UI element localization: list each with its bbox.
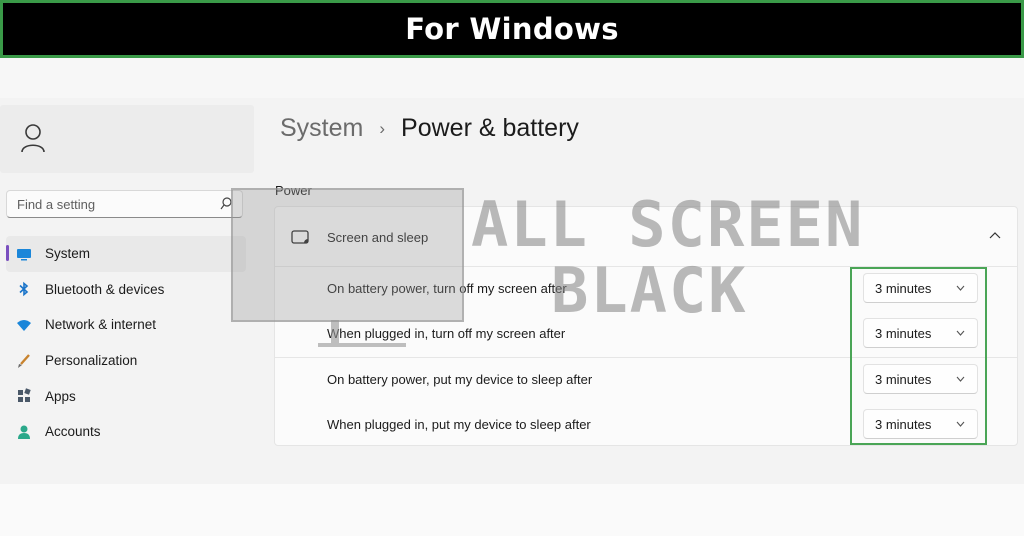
chevron-up-icon[interactable]	[989, 231, 1001, 239]
sidebar-item-label: Personalization	[45, 353, 138, 369]
sidebar-item-network[interactable]: Network & internet	[6, 307, 246, 343]
sidebar-item-accounts[interactable]: Accounts	[6, 414, 246, 450]
sidebar-item-label: Network & internet	[45, 317, 157, 333]
banner-title: For Windows	[405, 12, 619, 46]
sidebar-item-apps[interactable]: Apps	[6, 378, 246, 414]
sidebar-nav: System Bluetooth & devices Network & int…	[6, 236, 246, 450]
watermark-monitor-screen	[231, 188, 464, 322]
bluetooth-icon	[19, 282, 29, 297]
sidebar-item-bluetooth[interactable]: Bluetooth & devices	[6, 272, 246, 308]
search-placeholder: Find a setting	[17, 197, 96, 212]
search-input[interactable]: Find a setting	[6, 190, 243, 218]
user-profile-card[interactable]	[0, 105, 254, 173]
setting-label: On battery power, put my device to sleep…	[327, 372, 593, 387]
watermark-monitor-stand	[331, 320, 339, 343]
sidebar-item-label: Apps	[45, 388, 76, 404]
page-title: Power & battery	[401, 114, 579, 142]
breadcrumb: System › Power & battery	[280, 114, 579, 143]
sidebar-item-label: System	[45, 246, 91, 262]
watermark-text: BLACK	[551, 254, 748, 327]
settings-window: Find a setting System Bluetooth & device…	[0, 58, 1024, 484]
wifi-icon	[17, 319, 31, 331]
person-icon	[18, 425, 30, 439]
user-avatar-icon	[21, 124, 45, 153]
active-indicator	[6, 245, 9, 261]
monitor-icon	[17, 248, 31, 261]
sidebar-item-label: Accounts	[45, 424, 101, 440]
banner: For Windows	[0, 0, 1024, 58]
dropdown-highlight-box	[850, 267, 987, 445]
setting-label: When plugged in, turn off my screen afte…	[327, 326, 566, 341]
watermark-monitor-base	[318, 343, 406, 347]
sidebar-item-label: Bluetooth & devices	[45, 281, 165, 297]
breadcrumb-separator: ›	[379, 118, 386, 138]
watermark-text: ALL SCREEN	[471, 188, 865, 261]
paintbrush-icon	[18, 353, 30, 368]
setting-label: When plugged in, put my device to sleep …	[327, 417, 591, 432]
sidebar-item-system[interactable]: System	[6, 236, 246, 272]
sidebar-item-personalization[interactable]: Personalization	[6, 343, 246, 379]
apps-grid-icon	[18, 388, 31, 403]
title-bar-area	[0, 58, 1024, 98]
breadcrumb-parent[interactable]: System	[280, 114, 363, 143]
bottom-strip	[0, 484, 1024, 536]
